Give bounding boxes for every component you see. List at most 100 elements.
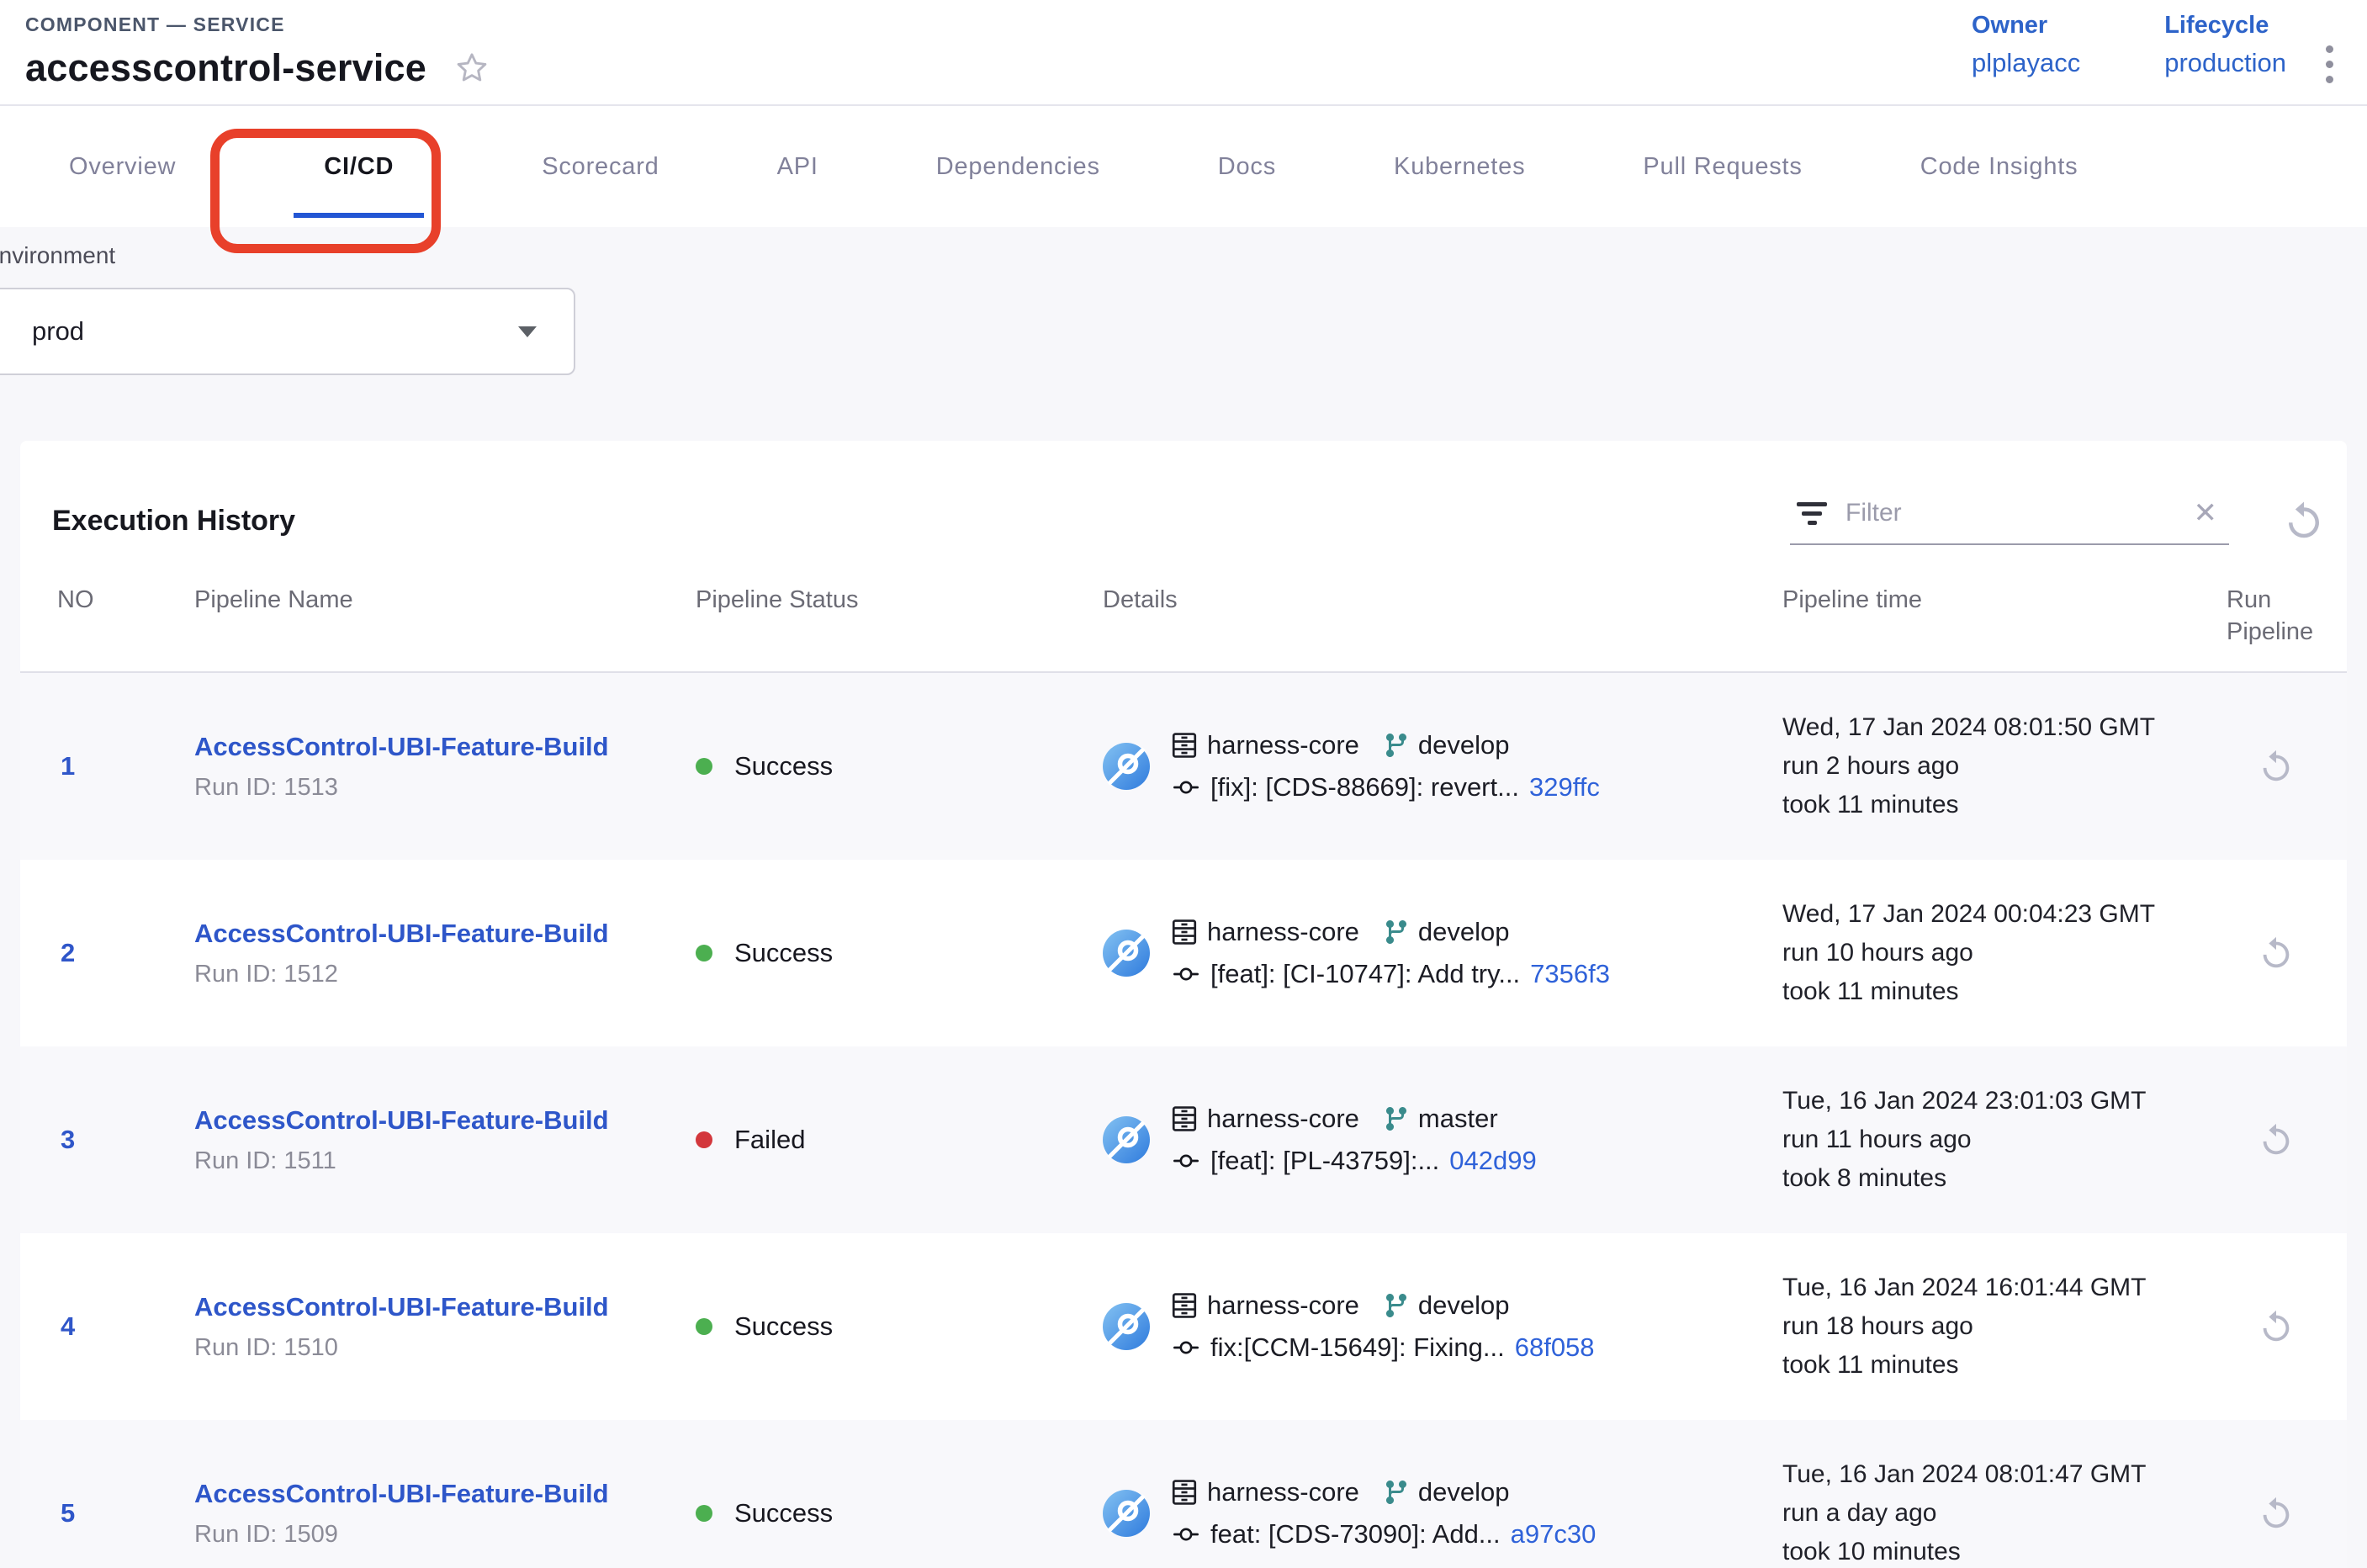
table-row: 3 AccessControl-UBI-Feature-Build Run ID… bbox=[20, 1046, 2347, 1233]
column-run-pipeline: Run Pipeline bbox=[2227, 584, 2347, 671]
run-pipeline-icon[interactable] bbox=[2257, 1120, 2296, 1159]
execution-history-card: Execution History ✕ NO Pipeline Name Pip… bbox=[20, 441, 2347, 1568]
pipeline-name-link[interactable]: AccessControl-UBI-Feature-Build bbox=[194, 1105, 696, 1136]
table-header: NO Pipeline Name Pipeline Status Details… bbox=[20, 584, 2347, 673]
pipeline-name-link[interactable]: AccessControl-UBI-Feature-Build bbox=[194, 732, 696, 762]
run-id: Run ID: 1509 bbox=[194, 1521, 696, 1549]
environment-selected-value: prod bbox=[32, 316, 84, 347]
git-branch-icon bbox=[1383, 1292, 1410, 1319]
column-pipeline-status: Pipeline Status bbox=[696, 584, 1103, 671]
favorite-star-icon[interactable] bbox=[452, 48, 492, 88]
git-branch-icon bbox=[1383, 732, 1410, 759]
lifecycle-block: Lifecycle production bbox=[2164, 12, 2286, 78]
commit-hash-link[interactable]: 7356f3 bbox=[1530, 959, 1610, 989]
repo-name: harness-core bbox=[1207, 1104, 1359, 1134]
commit-hash-link[interactable]: 68f058 bbox=[1515, 1332, 1595, 1363]
branch-name: master bbox=[1418, 1104, 1498, 1134]
owner-link[interactable]: plplayacc bbox=[1972, 48, 2080, 78]
pipeline-name-link[interactable]: AccessControl-UBI-Feature-Build bbox=[194, 1292, 696, 1322]
repo-name: harness-core bbox=[1207, 1290, 1359, 1321]
git-commit-icon bbox=[1170, 775, 1202, 800]
status-dot bbox=[696, 1318, 712, 1335]
table-row: 4 AccessControl-UBI-Feature-Build Run ID… bbox=[20, 1233, 2347, 1420]
clear-filter-icon[interactable]: ✕ bbox=[2182, 496, 2230, 530]
owner-block: Owner plplayacc bbox=[1972, 12, 2080, 78]
git-branch-icon bbox=[1383, 1105, 1410, 1132]
column-details: Details bbox=[1103, 584, 1782, 671]
repo-icon bbox=[1170, 1104, 1199, 1133]
tab-overview[interactable]: Overview bbox=[69, 153, 176, 181]
repo-icon bbox=[1170, 918, 1199, 946]
commit-message: [feat]: [CI-10747]: Add try... bbox=[1210, 959, 1520, 989]
run-id: Run ID: 1510 bbox=[194, 1334, 696, 1362]
filter-input[interactable] bbox=[1845, 499, 2182, 527]
status-label: Success bbox=[734, 751, 833, 781]
git-branch-icon bbox=[1383, 919, 1410, 946]
pipeline-time: Wed, 17 Jan 2024 00:04:23 GMT run 10 hou… bbox=[1782, 895, 2227, 1011]
execution-history-title: Execution History bbox=[52, 505, 295, 538]
commit-hash-link[interactable]: 042d99 bbox=[1449, 1146, 1536, 1176]
harness-ci-icon bbox=[1103, 930, 1150, 977]
pipeline-time: Tue, 16 Jan 2024 16:01:44 GMT run 18 hou… bbox=[1782, 1269, 2227, 1385]
tab-code-insights[interactable]: Code Insights bbox=[1920, 153, 2078, 181]
environment-section: Environment prod bbox=[0, 227, 2367, 375]
commit-hash-link[interactable]: a97c30 bbox=[1511, 1519, 1597, 1549]
run-pipeline-icon[interactable] bbox=[2257, 1494, 2296, 1533]
repo-name: harness-core bbox=[1207, 917, 1359, 947]
tab-dependencies[interactable]: Dependencies bbox=[936, 153, 1100, 181]
commit-message: [feat]: [PL-43759]:... bbox=[1210, 1146, 1439, 1176]
status-dot bbox=[696, 945, 712, 961]
harness-ci-icon bbox=[1103, 743, 1150, 790]
filter-bar: ✕ bbox=[1790, 496, 2229, 545]
git-commit-icon bbox=[1170, 961, 1202, 987]
row-number: 4 bbox=[20, 1311, 194, 1342]
run-pipeline-icon[interactable] bbox=[2257, 934, 2296, 972]
status-label: Success bbox=[734, 1498, 833, 1528]
repo-name: harness-core bbox=[1207, 1477, 1359, 1507]
status-dot bbox=[696, 1131, 712, 1148]
tab-kubernetes[interactable]: Kubernetes bbox=[1394, 153, 1525, 181]
row-number: 1 bbox=[20, 751, 194, 781]
commit-hash-link[interactable]: 329ffc bbox=[1529, 772, 1600, 803]
repo-icon bbox=[1170, 1291, 1199, 1320]
commit-message: feat: [CDS-73090]: Add... bbox=[1210, 1519, 1501, 1549]
tab-cicd[interactable]: CI/CD bbox=[294, 153, 424, 181]
repo-name: harness-core bbox=[1207, 730, 1359, 760]
harness-ci-icon bbox=[1103, 1490, 1150, 1537]
tab-pull-requests[interactable]: Pull Requests bbox=[1643, 153, 1802, 181]
column-no: NO bbox=[20, 584, 194, 671]
tab-docs[interactable]: Docs bbox=[1218, 153, 1276, 181]
branch-name: develop bbox=[1418, 730, 1510, 760]
owner-label: Owner bbox=[1972, 12, 2080, 40]
status-label: Success bbox=[734, 938, 833, 968]
branch-name: develop bbox=[1418, 917, 1510, 947]
tab-scorecard[interactable]: Scorecard bbox=[542, 153, 659, 181]
row-number: 5 bbox=[20, 1498, 194, 1528]
pipeline-name-link[interactable]: AccessControl-UBI-Feature-Build bbox=[194, 1479, 696, 1509]
column-pipeline-name: Pipeline Name bbox=[194, 584, 696, 671]
repo-icon bbox=[1170, 1478, 1199, 1507]
pipeline-time: Tue, 16 Jan 2024 08:01:47 GMT run a day … bbox=[1782, 1455, 2227, 1568]
run-id: Run ID: 1512 bbox=[194, 961, 696, 988]
refresh-icon[interactable] bbox=[2281, 498, 2327, 543]
table-row: 2 AccessControl-UBI-Feature-Build Run ID… bbox=[20, 860, 2347, 1046]
environment-select[interactable]: prod bbox=[0, 288, 575, 375]
pipeline-time: Tue, 16 Jan 2024 23:01:03 GMT run 11 hou… bbox=[1782, 1082, 2227, 1198]
environment-label: Environment bbox=[0, 242, 2367, 269]
page-title: accesscontrol-service bbox=[25, 46, 426, 90]
pipeline-name-link[interactable]: AccessControl-UBI-Feature-Build bbox=[194, 919, 696, 949]
status-dot bbox=[696, 758, 712, 775]
run-id: Run ID: 1511 bbox=[194, 1147, 696, 1175]
git-commit-icon bbox=[1170, 1335, 1202, 1360]
run-pipeline-icon[interactable] bbox=[2257, 747, 2296, 786]
chevron-down-icon bbox=[518, 326, 537, 337]
status-label: Failed bbox=[734, 1125, 805, 1155]
run-pipeline-icon[interactable] bbox=[2257, 1307, 2296, 1346]
table-row: 1 AccessControl-UBI-Feature-Build Run ID… bbox=[20, 673, 2347, 860]
harness-ci-icon bbox=[1103, 1116, 1150, 1163]
tab-api[interactable]: API bbox=[777, 153, 818, 181]
table-row: 5 AccessControl-UBI-Feature-Build Run ID… bbox=[20, 1420, 2347, 1568]
lifecycle-label: Lifecycle bbox=[2164, 12, 2286, 40]
overflow-menu-icon[interactable] bbox=[2321, 40, 2338, 88]
git-commit-icon bbox=[1170, 1148, 1202, 1173]
